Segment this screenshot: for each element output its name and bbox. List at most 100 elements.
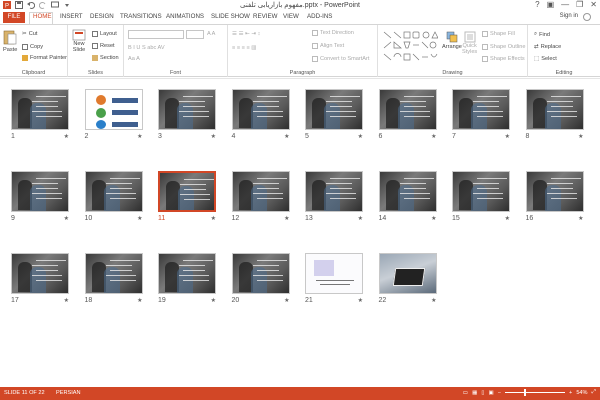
slide-thumbnail[interactable]: 5 ★ — [305, 89, 363, 143]
zoom-out-button[interactable]: − — [498, 390, 501, 396]
slide-number: 13 — [305, 215, 313, 222]
tab-add-ins[interactable]: ADD-INS — [307, 13, 332, 20]
tab-transitions[interactable]: TRANSITIONS — [120, 13, 162, 20]
slide-thumbnail[interactable]: 19 ★ — [158, 253, 216, 307]
minimize-button[interactable]: — — [561, 0, 569, 9]
select-button[interactable]: ⬚ Select — [534, 56, 557, 62]
font-size-combo[interactable] — [186, 30, 204, 39]
slide-transition-star-icon[interactable]: ★ — [284, 133, 289, 140]
font-format-buttons[interactable]: B I U S abc AV — [128, 45, 165, 51]
slide-transition-star-icon[interactable]: ★ — [137, 133, 142, 140]
slide-thumbnail[interactable]: 7 ★ — [452, 89, 510, 143]
cut-button[interactable]: ✂ Cut — [22, 31, 37, 37]
language-indicator[interactable]: PERSIAN — [56, 390, 81, 396]
slide-transition-star-icon[interactable]: ★ — [64, 133, 69, 140]
layout-button[interactable]: Layout — [92, 31, 117, 37]
slide-sorter-view-icon[interactable]: ▦ — [472, 390, 477, 396]
align-buttons[interactable]: ≡ ≡ ≡ ≡ ▥ — [232, 45, 257, 51]
slide-thumbnail[interactable]: 6 ★ — [378, 89, 437, 143]
slide-transition-star-icon[interactable]: ★ — [137, 215, 142, 222]
slide-transition-star-icon[interactable]: ★ — [578, 133, 583, 140]
new-slide-button[interactable]: New Slide — [72, 29, 86, 53]
format-painter-button[interactable]: Format Painter — [22, 55, 67, 61]
zoom-slider[interactable] — [505, 389, 566, 396]
slide-thumbnail[interactable]: 9 ★ — [11, 171, 69, 225]
slide-thumbnail[interactable]: 17 ★ — [11, 253, 69, 307]
slide-transition-star-icon[interactable]: ★ — [505, 133, 510, 140]
maximize-button[interactable]: ❐ — [576, 0, 583, 9]
slide-thumbnail[interactable]: 3 ★ — [158, 89, 216, 143]
slide-transition-star-icon[interactable]: ★ — [358, 133, 363, 140]
slide-thumbnail[interactable]: 10 ★ — [84, 171, 143, 225]
zoom-level[interactable]: 54% — [576, 390, 587, 396]
slide-thumbnail[interactable]: 12 ★ — [231, 171, 290, 225]
slide-transition-star-icon[interactable]: ★ — [137, 297, 142, 304]
zoom-in-button[interactable]: + — [569, 390, 572, 396]
slide-thumbnail[interactable]: 2 ★ — [84, 89, 143, 143]
text-direction-button[interactable]: Text Direction — [312, 30, 354, 36]
slide-thumbnail[interactable]: 8 ★ — [525, 89, 584, 143]
convert-smartart-button[interactable]: Convert to SmartArt — [312, 56, 369, 62]
slide-transition-star-icon[interactable]: ★ — [284, 215, 289, 222]
arrange-button[interactable]: Arrange — [442, 31, 462, 50]
fit-to-window-icon[interactable]: ⤢ — [592, 389, 596, 396]
shape-fill-button[interactable]: Shape Fill — [482, 31, 515, 37]
font-name-combo[interactable] — [128, 30, 184, 39]
slide-transition-star-icon[interactable]: ★ — [431, 215, 436, 222]
normal-view-icon[interactable]: ▭ — [463, 390, 468, 396]
reset-button[interactable]: Reset — [92, 43, 115, 49]
list-buttons[interactable]: ☰ ☰ ⇤ ⇥ ↕ — [232, 31, 260, 37]
slide-transition-star-icon[interactable]: ★ — [64, 297, 69, 304]
tab-home[interactable]: HOME — [33, 13, 52, 20]
zoom-slider-thumb[interactable] — [523, 389, 526, 396]
slide-transition-star-icon[interactable]: ★ — [431, 297, 436, 304]
slide-thumbnail[interactable]: 15 ★ — [452, 171, 510, 225]
help-button[interactable]: ? — [535, 0, 539, 9]
shape-effects-button[interactable]: Shape Effects — [482, 56, 525, 62]
slide-transition-star-icon[interactable]: ★ — [505, 215, 510, 222]
tab-file[interactable]: FILE — [3, 12, 25, 23]
account-avatar-icon[interactable] — [583, 13, 591, 21]
slide-transition-star-icon[interactable]: ★ — [358, 215, 363, 222]
align-text-button[interactable]: Align Text — [312, 43, 344, 49]
tab-insert[interactable]: INSERT — [60, 13, 83, 20]
font-grow-shrink[interactable]: A A — [207, 31, 215, 37]
shapes-gallery[interactable] — [382, 30, 438, 64]
slide-thumbnail[interactable]: 21 ★ — [305, 253, 363, 307]
slide-transition-star-icon[interactable]: ★ — [211, 215, 216, 222]
slide-transition-star-icon[interactable]: ★ — [578, 215, 583, 222]
slide-transition-star-icon[interactable]: ★ — [284, 297, 289, 304]
replace-button[interactable]: ⇄ Replace — [534, 44, 561, 50]
slide-thumbnail[interactable]: 16 ★ — [525, 171, 584, 225]
shape-outline-button[interactable]: Shape Outline — [482, 44, 525, 50]
sign-in-link[interactable]: Sign in — [560, 13, 578, 19]
reading-view-icon[interactable]: ▯ — [481, 390, 484, 396]
tab-slide-show[interactable]: SLIDE SHOW — [211, 13, 250, 20]
quick-styles-button[interactable]: Quick Styles — [462, 31, 477, 55]
slide-transition-star-icon[interactable]: ★ — [431, 133, 436, 140]
tab-view[interactable]: VIEW — [283, 13, 299, 20]
tab-design[interactable]: DESIGN — [90, 13, 114, 20]
slide-thumbnail[interactable]: 22 ★ — [378, 253, 437, 307]
find-button[interactable]: ⌕ Find — [534, 31, 550, 38]
slide-thumbnail[interactable]: 14 ★ — [378, 171, 437, 225]
font-case-color-buttons[interactable]: Aa A — [128, 56, 140, 62]
paste-button[interactable]: Paste — [3, 29, 17, 53]
copy-button[interactable]: Copy — [22, 44, 43, 50]
close-button[interactable]: ✕ — [590, 0, 597, 9]
slide-transition-star-icon[interactable]: ★ — [358, 297, 363, 304]
slide-thumbnail[interactable]: 4 ★ — [231, 89, 290, 143]
slide-transition-star-icon[interactable]: ★ — [64, 215, 69, 222]
ribbon-display-button[interactable]: ▣ — [547, 0, 555, 9]
slide-thumbnail[interactable]: 13 ★ — [305, 171, 363, 225]
section-button[interactable]: Section — [92, 55, 119, 61]
tab-review[interactable]: REVIEW — [253, 13, 277, 20]
slide-thumbnail[interactable]: 20 ★ — [231, 253, 290, 307]
slide-thumbnail[interactable]: 18 ★ — [84, 253, 143, 307]
tab-animations[interactable]: ANIMATIONS — [166, 13, 204, 20]
slideshow-view-icon[interactable]: ▣ — [488, 390, 493, 396]
slide-thumbnail[interactable]: 11 ★ — [158, 171, 216, 225]
slide-thumbnail[interactable]: 1 ★ — [11, 89, 69, 143]
slide-transition-star-icon[interactable]: ★ — [211, 133, 216, 140]
slide-transition-star-icon[interactable]: ★ — [211, 297, 216, 304]
